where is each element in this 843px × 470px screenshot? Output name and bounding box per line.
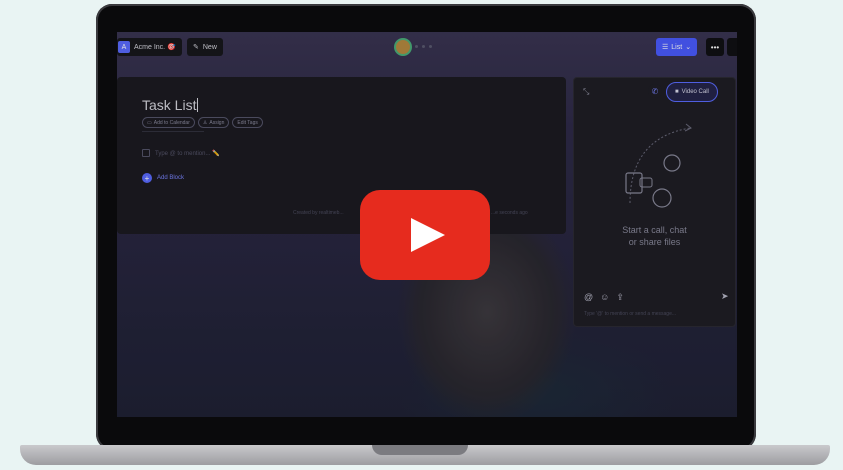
new-label: New	[202, 43, 217, 51]
send-icon[interactable]: ➤	[721, 291, 729, 302]
org-avatar: A	[118, 41, 130, 53]
video-call-button[interactable]: ■ Video Call	[666, 82, 718, 102]
page-title[interactable]: Task List	[142, 97, 199, 113]
phone-call-button[interactable]: ✆	[648, 84, 662, 98]
video-call-label: Video Call	[681, 89, 709, 95]
add-block-button[interactable]: + Add Block	[142, 173, 184, 183]
chat-panel: ⤡ ✆ ■ Video Call Start a call, chat or s…	[573, 77, 736, 327]
assign-chip[interactable]: ♙ Assign	[197, 117, 230, 128]
empty-chat-illustration	[625, 123, 692, 208]
edit-tags-chip[interactable]: Edit Tags	[232, 117, 263, 128]
more-options-button[interactable]: •••	[706, 38, 724, 56]
person-icon: ♙	[202, 119, 208, 126]
overflow-button[interactable]	[727, 38, 737, 56]
upload-icon[interactable]: ⇪	[616, 292, 624, 303]
new-button[interactable]: ✎ New	[187, 38, 223, 56]
chat-toolbar: @ ☺ ⇪	[584, 292, 624, 303]
title-divider	[142, 131, 204, 132]
org-name: Acme Inc. 🎯	[134, 44, 176, 51]
plus-icon: +	[142, 173, 152, 183]
created-by-text: Created by realtimeb...	[293, 210, 344, 216]
collapse-icon[interactable]: ⤡	[583, 87, 589, 97]
chat-message-input[interactable]: Type '@' to mention or send a message...	[584, 311, 676, 317]
chat-empty-state: Start a call, chat or share files	[622, 225, 687, 247]
mention-icon[interactable]: @	[584, 292, 593, 303]
view-label: List	[671, 43, 683, 51]
play-button[interactable]	[360, 190, 490, 280]
updated-text: ...e seconds ago	[491, 210, 528, 216]
presence-avatar[interactable]	[396, 40, 410, 54]
phone-icon: ✆	[651, 86, 659, 96]
laptop-notch	[372, 445, 468, 455]
emoji-icon[interactable]: ☺	[600, 292, 609, 303]
view-switcher-button[interactable]: ☰ List ⌄	[656, 38, 698, 56]
new-doc-icon: ✎	[193, 44, 199, 51]
list-view-icon: ☰	[662, 44, 669, 51]
add-block-label: Add Block	[157, 175, 185, 181]
calendar-icon: ▭	[147, 119, 152, 126]
presence-dots	[415, 45, 432, 48]
doc-actions: ▭ Add to Calendar ♙ Assign Edit Tags	[142, 117, 263, 128]
add-to-calendar-chip[interactable]: ▭ Add to Calendar	[142, 117, 195, 128]
play-icon	[411, 218, 445, 252]
org-switcher-button[interactable]: A Acme Inc. 🎯	[117, 38, 182, 56]
task-item[interactable]: Type @ to mention... ✏️	[142, 149, 220, 157]
video-camera-icon: ■	[675, 89, 679, 95]
document-panel: Task List ▭ Add to Calendar ♙ Assign Edit …	[117, 77, 566, 234]
chevron-down-icon: ⌄	[685, 44, 692, 51]
text-caret	[197, 98, 199, 112]
top-bar: A Acme Inc. 🎯 ✎ New ☰ List ⌄ •••	[117, 32, 737, 62]
task-placeholder[interactable]: Type @ to mention... ✏️	[155, 150, 220, 157]
task-checkbox[interactable]	[142, 149, 150, 157]
